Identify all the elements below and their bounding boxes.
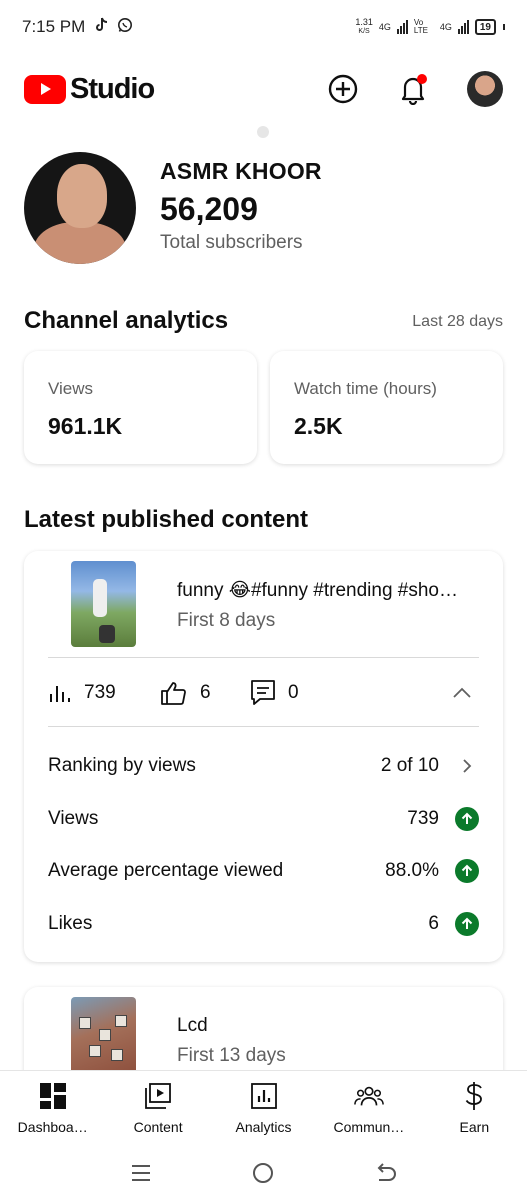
collapse-button[interactable]	[445, 676, 479, 710]
nav-earn[interactable]: Earn	[422, 1071, 527, 1140]
trend-up-icon	[455, 859, 479, 883]
ranking-row[interactable]: Ranking by views 2 of 10	[48, 751, 479, 781]
menu-icon	[132, 1164, 151, 1181]
divider	[48, 657, 479, 658]
page-indicator	[257, 126, 269, 138]
network-type-2: 4G	[439, 22, 452, 32]
views-metric: 739	[48, 682, 160, 704]
comment-icon	[251, 680, 275, 705]
perf-label: Ranking by views	[48, 755, 196, 776]
back-button[interactable]	[371, 1158, 401, 1188]
stat-label: Watch time (hours)	[294, 379, 437, 398]
community-icon	[354, 1081, 384, 1111]
status-indicators: 1.31 K/S 4G Vo LTE 4G 19	[355, 18, 505, 36]
analytics-icon	[249, 1081, 279, 1111]
likes-count: 6	[200, 682, 211, 703]
nav-content[interactable]: Content	[105, 1071, 210, 1140]
video-row[interactable]: funny 😂#funny #trending #sho… First 8 da…	[71, 561, 487, 647]
video-title: funny 😂#funny #trending #sho…	[177, 580, 458, 601]
views-bars-icon	[50, 686, 70, 702]
likes-metric: 6	[160, 680, 250, 706]
dashboard-icon	[38, 1081, 68, 1111]
app-header: Studio	[24, 66, 503, 112]
account-avatar[interactable]	[467, 71, 503, 107]
network-type-1: 4G	[378, 22, 391, 32]
channel-name: ASMR KHOOR	[160, 158, 322, 184]
recents-button[interactable]	[126, 1158, 156, 1188]
home-button[interactable]	[248, 1158, 278, 1188]
nav-label: Content	[133, 1119, 183, 1135]
perf-value: 6	[428, 913, 439, 934]
avg-viewed-row: Average percentage viewed 88.0%	[48, 856, 479, 886]
watch-time-card[interactable]: Watch time (hours) 2.5K	[270, 351, 503, 464]
earn-icon	[459, 1081, 489, 1111]
analytics-heading: Channel analytics	[24, 307, 229, 334]
net-speed-unit: K/S	[358, 28, 370, 35]
video-age: First 8 days	[177, 610, 276, 631]
perf-label: Likes	[48, 913, 93, 934]
chevron-right-icon	[455, 754, 479, 778]
bottom-navigation: Dashboa… Content Analytics Commun… Earn	[0, 1070, 527, 1140]
status-time: 7:15 PM	[22, 17, 86, 36]
stat-label: Views	[48, 379, 94, 398]
signal-icon	[396, 20, 408, 34]
trend-up-icon	[455, 912, 479, 936]
volte-label: Vo LTE	[413, 18, 428, 35]
battery-level: 19	[479, 21, 491, 33]
stat-value: 2.5K	[294, 413, 343, 439]
chevron-up-icon	[453, 687, 471, 698]
perf-label: Views	[48, 808, 99, 829]
subscriber-label: Total subscribers	[160, 232, 303, 253]
system-navigation	[0, 1145, 527, 1200]
video-metrics: 739 6 0	[48, 675, 479, 711]
perf-label: Average percentage viewed	[48, 860, 284, 881]
video-title: Lcd	[177, 1015, 208, 1036]
home-circle-icon	[253, 1162, 274, 1183]
youtube-play-icon	[24, 74, 66, 104]
trend-up-icon	[455, 807, 479, 831]
back-icon	[377, 1162, 396, 1181]
net-speed: 1.31	[355, 17, 373, 27]
latest-video-card: funny 😂#funny #trending #sho… First 8 da…	[24, 551, 503, 962]
comments-count: 0	[288, 682, 299, 703]
perf-value: 2 of 10	[380, 755, 439, 776]
likes-perf-row: Likes 6	[48, 909, 479, 939]
video-thumbnail[interactable]	[71, 561, 136, 647]
status-bar: 7:15 PM 1.31 K/S 4G Vo LTE 4G 19	[0, 0, 527, 54]
channel-profile: ASMR KHOOR 56,209 Total subscribers	[24, 152, 322, 264]
battery-icon: 19	[474, 19, 496, 35]
analytics-period: Last 28 days	[412, 313, 503, 330]
nav-analytics[interactable]: Analytics	[211, 1071, 316, 1140]
comments-metric: 0	[250, 679, 299, 707]
nav-community[interactable]: Commun…	[316, 1071, 421, 1140]
create-icon	[328, 74, 358, 104]
whatsapp-icon	[117, 17, 133, 38]
video-age: First 13 days	[177, 1045, 286, 1066]
perf-value: 739	[407, 808, 439, 829]
content-icon	[143, 1081, 173, 1111]
views-card[interactable]: Views 961.1K	[24, 351, 257, 464]
nav-label: Analytics	[235, 1119, 292, 1135]
brand-text: Studio	[70, 72, 155, 105]
create-button[interactable]	[327, 73, 359, 105]
views-count: 739	[84, 682, 116, 703]
notifications-icon	[401, 74, 427, 105]
subscriber-count: 56,209	[160, 191, 258, 227]
studio-logo[interactable]: Studio	[24, 72, 155, 106]
perf-value: 88.0%	[385, 860, 439, 881]
nav-label: Dashboa…	[17, 1119, 88, 1135]
views-perf-row: Views 739	[48, 804, 479, 834]
divider	[48, 726, 479, 727]
tiktok-icon	[95, 17, 109, 38]
latest-content-heading: Latest published content	[24, 506, 309, 533]
like-icon	[161, 682, 186, 705]
nav-label: Earn	[459, 1119, 490, 1135]
nav-label: Commun…	[333, 1119, 405, 1135]
signal-icon-2	[457, 20, 469, 34]
stat-value: 961.1K	[48, 413, 123, 439]
nav-dashboard[interactable]: Dashboa…	[0, 1071, 105, 1140]
notifications-button[interactable]	[397, 73, 429, 105]
channel-avatar[interactable]	[24, 152, 136, 264]
